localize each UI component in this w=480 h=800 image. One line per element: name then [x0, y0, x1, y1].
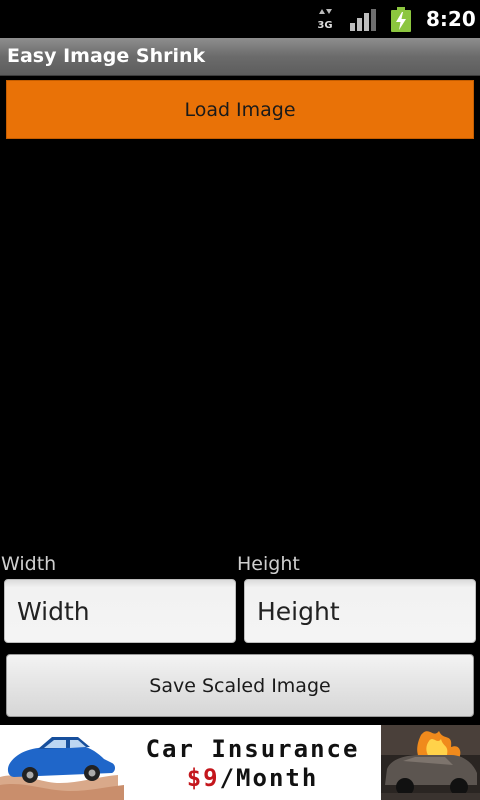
width-label: Width: [1, 553, 57, 575]
app-title: Easy Image Shrink: [7, 45, 206, 67]
load-image-button[interactable]: Load Image: [6, 80, 474, 139]
ad-banner[interactable]: Car Insurance $9/Month: [0, 725, 480, 800]
action-bar: Easy Image Shrink: [0, 38, 480, 76]
signal-strength-icon: [350, 9, 376, 31]
ad-price: $9: [186, 764, 220, 792]
save-scaled-image-button[interactable]: Save Scaled Image: [6, 654, 474, 717]
width-input[interactable]: [4, 579, 236, 643]
burning-car-image: [381, 725, 480, 800]
ad-price-suffix: /Month: [219, 764, 319, 792]
data-transfer-3g-icon: 3G: [317, 9, 333, 30]
app-screen: 3G 8:20 Easy Image Shrink Load Image Wid…: [0, 0, 480, 800]
svg-text:3G: 3G: [317, 20, 332, 30]
ad-headline: Car Insurance: [145, 735, 360, 763]
height-label: Height: [237, 553, 300, 575]
image-preview-area: [0, 140, 480, 550]
battery-charging-icon: [391, 7, 411, 32]
status-time: 8:20: [426, 7, 476, 31]
ad-price-line: $9/Month: [124, 764, 381, 792]
blue-car-in-hands-image: [0, 725, 124, 800]
height-input[interactable]: [244, 579, 476, 643]
status-bar: 3G 8:20: [0, 0, 480, 38]
